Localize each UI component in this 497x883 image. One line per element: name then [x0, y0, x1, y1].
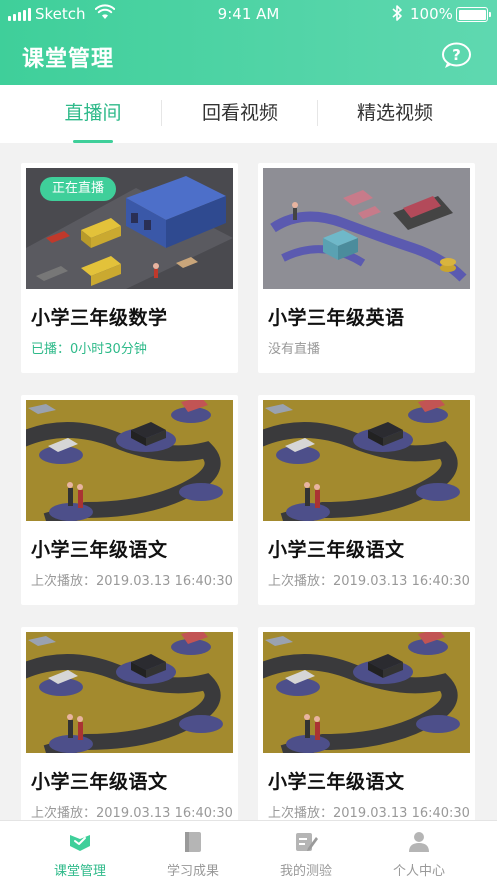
- classroom-icon: [70, 835, 90, 851]
- tab-featured-video[interactable]: 精选视频: [315, 85, 475, 143]
- course-thumbnail: [263, 400, 470, 521]
- page-title: 课堂管理: [22, 47, 115, 72]
- tab-label: 回看视频: [201, 102, 278, 124]
- nav-label: 我的测验: [279, 864, 332, 879]
- nav-learning-results[interactable]: 学习成果: [131, 821, 255, 883]
- tab-bar: 直播间 回看视频 精选视频: [0, 85, 497, 143]
- nav-profile[interactable]: 个人中心: [357, 821, 481, 883]
- status-bar: Sketch 9:41 AM 100%: [0, 0, 497, 30]
- svg-text:?: ?: [452, 46, 461, 64]
- course-status: 已播：0小时30分钟: [31, 342, 147, 357]
- course-thumbnail: [263, 632, 470, 753]
- tab-replay-video[interactable]: 回看视频: [160, 85, 320, 143]
- course-title: 小学三年级语文: [268, 771, 405, 793]
- person-icon: [409, 832, 429, 852]
- course-last-played: 上次播放：2019.03.13 16:40:30: [268, 574, 470, 589]
- course-thumbnail: 正在直播: [26, 168, 233, 289]
- course-title: 小学三年级英语: [268, 307, 405, 329]
- battery-percent: 100%: [410, 5, 453, 23]
- course-last-played: 上次播放：2019.03.13 16:40:30: [31, 574, 233, 589]
- course-thumbnail: [26, 400, 233, 521]
- nav-my-quizzes[interactable]: 我的测验: [244, 821, 368, 883]
- nav-label: 课堂管理: [53, 864, 106, 879]
- course-thumbnail: [263, 168, 470, 289]
- course-card[interactable]: 小学三年级语文 上次播放：2019.03.13 16:40:30: [258, 627, 475, 820]
- tab-label: 直播间: [64, 102, 122, 124]
- nav-label: 个人中心: [392, 864, 445, 879]
- tab-live-room[interactable]: 直播间: [13, 85, 173, 143]
- course-thumbnail: [26, 632, 233, 753]
- course-last-played: 上次播放：2019.03.13 16:40:30: [31, 806, 233, 820]
- course-title: 小学三年级数学: [31, 307, 168, 329]
- course-last-played: 上次播放：2019.03.13 16:40:30: [268, 806, 470, 820]
- nav-classroom-management[interactable]: 课堂管理: [18, 821, 142, 883]
- course-title: 小学三年级语文: [268, 539, 405, 561]
- bluetooth-icon: [392, 5, 402, 21]
- course-status: 没有直播: [268, 342, 321, 357]
- app-header: Sketch 9:41 AM 100% 课堂管理 ?: [0, 0, 497, 85]
- live-badge: 正在直播: [40, 177, 117, 201]
- tab-label: 精选视频: [356, 102, 433, 124]
- bottom-nav: 课堂管理 学习成果 我的测验 个人中心: [0, 820, 497, 883]
- course-card[interactable]: 小学三年级语文 上次播放：2019.03.13 16:40:30: [21, 627, 238, 820]
- course-card[interactable]: 小学三年级英语 没有直播: [258, 163, 475, 373]
- course-title: 小学三年级语文: [31, 771, 168, 793]
- quiz-icon: [296, 833, 318, 851]
- course-card[interactable]: 正在直播 小学三年级数学 已播：0小时30分钟: [21, 163, 238, 373]
- question-bubble-icon[interactable]: ?: [441, 42, 472, 69]
- course-grid: 正在直播 小学三年级数学 已播：0小时30分钟 小学三年级英语 没有直播 小学三…: [0, 143, 497, 820]
- battery-level: [458, 9, 486, 20]
- course-card[interactable]: 小学三年级语文 上次播放：2019.03.13 16:40:30: [21, 395, 238, 605]
- course-title: 小学三年级语文: [31, 539, 168, 561]
- course-card[interactable]: 小学三年级语文 上次播放：2019.03.13 16:40:30: [258, 395, 475, 605]
- book-icon: [185, 832, 201, 852]
- battery-icon: [456, 7, 491, 22]
- nav-label: 学习成果: [166, 864, 219, 879]
